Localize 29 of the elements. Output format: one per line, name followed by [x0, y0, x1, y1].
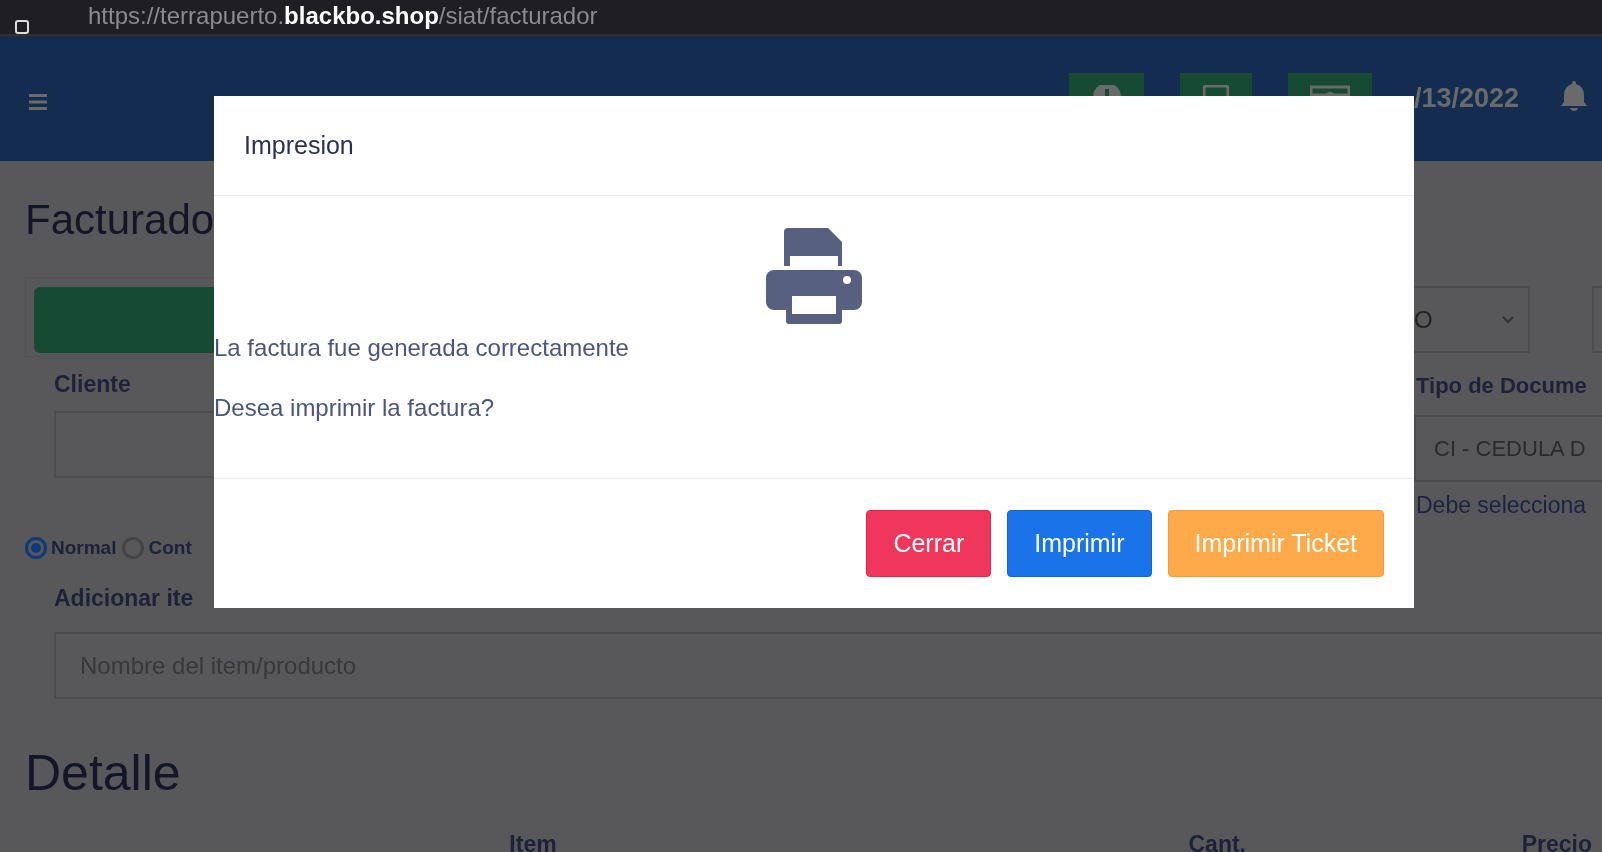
header-action-button[interactable]: [1288, 73, 1372, 97]
field-label: Tipo de Docume: [1416, 373, 1588, 399]
select-value: O: [1414, 305, 1433, 334]
close-button[interactable]: Cerrar: [866, 510, 992, 577]
column-header: Precio: [1520, 831, 1593, 852]
header-action-button[interactable]: [1069, 73, 1144, 97]
field-label: Cliente: [54, 371, 132, 398]
printer-icon: [764, 226, 864, 326]
radio-icon[interactable]: [25, 537, 47, 559]
page-title: Facturado: [25, 195, 214, 245]
tablet-icon: [1203, 85, 1229, 97]
menu-icon[interactable]: [29, 94, 47, 110]
header-action-button[interactable]: [1180, 73, 1252, 97]
dialog-title: Impresion: [244, 131, 354, 160]
chevron-down-icon: [1502, 315, 1515, 324]
print-ticket-button[interactable]: Imprimir Ticket: [1167, 510, 1384, 577]
date-text: /13/2022: [1414, 83, 1520, 114]
hint-text: Debe selecciona: [1416, 492, 1588, 519]
radio-option[interactable]: Normal: [25, 537, 117, 559]
field-label: Adicionar ite: [54, 585, 195, 612]
dialog-message: La factura fue generada correctamente: [214, 334, 629, 362]
dialog-question: Desea imprimir la factura?: [214, 394, 495, 422]
print-button[interactable]: Imprimir: [1007, 510, 1152, 577]
page-icon: [14, 20, 30, 34]
section-title: Detalle: [25, 745, 182, 801]
notification-bell-icon[interactable]: [1561, 81, 1587, 111]
column-header: Cant.: [1187, 831, 1246, 852]
radio-option[interactable]: Cont: [122, 537, 192, 559]
column-header: Item: [508, 831, 558, 852]
